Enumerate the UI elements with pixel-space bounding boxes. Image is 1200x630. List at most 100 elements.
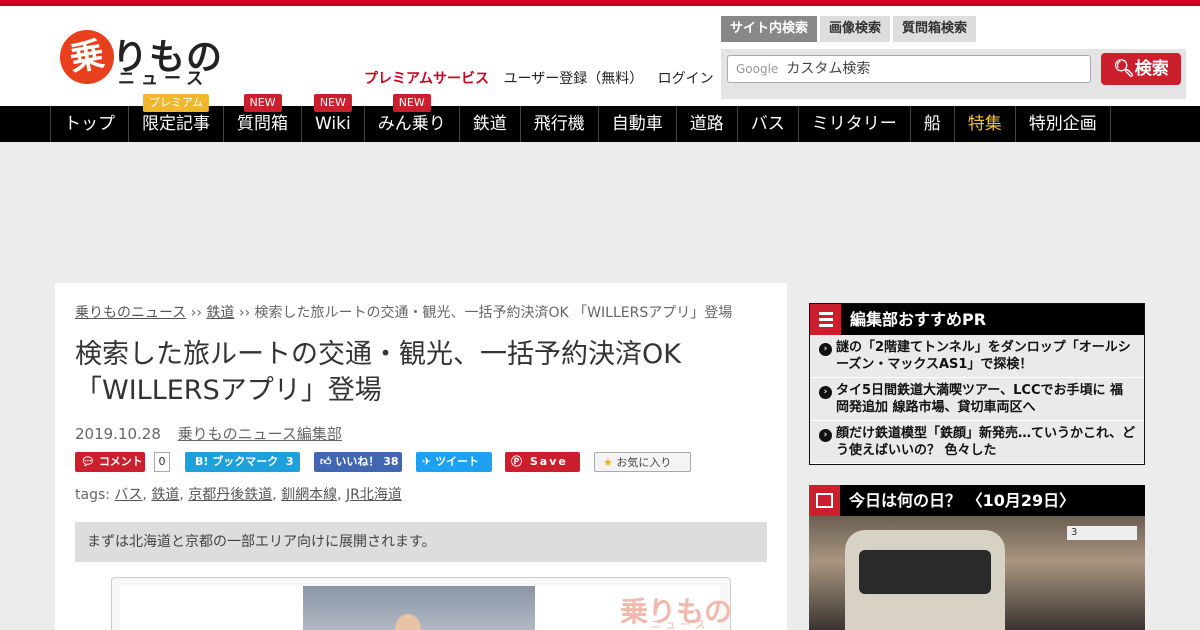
share-buttons: 💬︎ コメント 0 B! ブックマーク 3 👍︎ いいね！ 38 ✈︎ ツイート… xyxy=(75,452,715,474)
search-button-label: 検索 xyxy=(1134,59,1169,79)
site-header: 乗 りもの ニュース プレミアムサービス ユーザー登録（無料） ログイン サイト… xyxy=(0,6,1200,106)
search-placeholder: カスタム検索 xyxy=(786,61,871,77)
nav-item-premium[interactable]: プレミアム 限定記事 xyxy=(129,94,224,142)
today-title: 今日は何の日？ 〈10月29日〉 xyxy=(849,491,1076,510)
like-count: 38 xyxy=(383,455,399,468)
nav-item-military[interactable]: ミリタリー xyxy=(799,106,911,142)
nav-item-car[interactable]: 自動車 xyxy=(599,106,677,142)
nav-label: 道路 xyxy=(689,114,724,134)
nav-label: Wiki xyxy=(315,114,351,134)
nav-item-airplane[interactable]: 飛行機 xyxy=(521,106,599,142)
search-input[interactable]: Google カスタム検索 xyxy=(727,55,1091,83)
nav-label: バス xyxy=(750,114,785,134)
article-title: 検索した旅ルートの交通・観光、一括予約決済OK 「WILLERSアプリ」登場 xyxy=(75,337,755,409)
hatena-bookmark-button[interactable]: B! ブックマーク 3 xyxy=(185,452,300,472)
nav-item-features[interactable]: 特集 xyxy=(955,106,1016,142)
comment-count: 0 xyxy=(154,452,170,472)
search-area: Google カスタム検索 🔍︎検索 xyxy=(721,49,1186,99)
nav-label: 船 xyxy=(923,114,941,134)
train-window xyxy=(859,550,991,594)
star-icon: ★ xyxy=(603,456,613,469)
chevron-right-icon: › xyxy=(819,343,832,356)
nav-label: 飛行機 xyxy=(533,114,585,134)
nav-label: 鉄道 xyxy=(472,114,507,134)
recommend-item[interactable]: › 顔だけ鉄道模型「鉄顔」新発売…ていうかこれ、どう使えばいいの？ 色々した xyxy=(810,421,1144,464)
nav-label: みん乗り xyxy=(377,114,446,134)
facebook-like-button[interactable]: 👍︎ いいね！ 38 xyxy=(314,452,402,472)
main-nav: トップ プレミアム 限定記事 NEW 質問箱 NEW Wiki NEW みん乗り 鉄道 … xyxy=(0,94,1200,142)
nav-item-railway[interactable]: 鉄道 xyxy=(460,106,521,142)
new-badge: NEW xyxy=(392,94,431,112)
nav-item-road[interactable]: 道路 xyxy=(677,106,738,142)
register-link[interactable]: ユーザー登録（無料） xyxy=(503,71,643,87)
recommend-item-text: 謎の「2階建てトンネル」をダンロップ「オールシーズン・マックスAS1」で探検！ xyxy=(836,340,1131,372)
article-meta: 2019.10.28 乗りものニュース編集部 xyxy=(75,423,342,444)
today-widget: 今日は何の日？ 〈10月29日〉 3 xyxy=(809,485,1145,630)
recommend-item[interactable]: › タイ5日間鉄道大満喫ツアー、LCCでお手頃に 福岡発追加 線路市場、貸切車両… xyxy=(810,378,1144,421)
nav-label: 自動車 xyxy=(611,114,663,134)
breadcrumb-category[interactable]: 鉄道 xyxy=(206,305,234,321)
login-link[interactable]: ログイン xyxy=(658,71,714,87)
hatena-count: 3 xyxy=(285,455,294,468)
header-links: プレミアムサービス ユーザー登録（無料） ログイン xyxy=(364,68,724,88)
pinterest-save-button[interactable]: Ⓟ Save xyxy=(505,452,580,472)
site-logo[interactable]: 乗 りもの ニュース xyxy=(55,25,225,90)
nav-item-top[interactable]: トップ xyxy=(51,106,129,142)
like-label: いいね！ xyxy=(335,455,380,468)
pinterest-icon: Ⓟ xyxy=(511,455,524,468)
recommend-item[interactable]: › 謎の「2階建てトンネル」をダンロップ「オールシーズン・マックスAS1」で探検… xyxy=(810,335,1144,378)
tag-link[interactable]: 京都丹後鉄道 xyxy=(188,487,272,503)
breadcrumb-current: 検索した旅ルートの交通・観光、一括予約決済OK 「WILLERSアプリ」登場 xyxy=(254,305,733,321)
today-photo[interactable]: 3 xyxy=(809,516,1145,630)
nav-label: 特集 xyxy=(967,114,1002,134)
tag-list: tags: バス, 鉄道, 京都丹後鉄道, 釧網本線, JR北海道 xyxy=(75,487,402,503)
breadcrumb-home[interactable]: 乗りものニュース xyxy=(75,305,186,321)
tag-link[interactable]: 釧網本線 xyxy=(281,487,337,503)
breadcrumb-separator: ›› xyxy=(190,305,202,321)
nav-label: 質問箱 xyxy=(237,114,288,134)
list-icon xyxy=(810,304,841,335)
today-header: 今日は何の日？ 〈10月29日〉 xyxy=(809,485,1145,516)
nav-label: トップ xyxy=(64,114,115,134)
tag-link[interactable]: JR北海道 xyxy=(346,487,402,503)
nav-item-wiki[interactable]: NEW Wiki xyxy=(302,94,365,142)
favorite-button[interactable]: ★ お気に入り xyxy=(594,452,691,472)
article-main: 乗りものニュース ›› 鉄道 ›› 検索した旅ルートの交通・観光、一括予約決済O… xyxy=(55,283,787,630)
nav-item-bus[interactable]: バス xyxy=(738,106,799,142)
chevron-right-icon: › xyxy=(819,429,832,442)
recommend-item-text: タイ5日間鉄道大満喫ツアー、LCCでお手頃に 福岡発追加 線路市場、貸切車両区へ xyxy=(836,383,1124,415)
breadcrumb-separator: ›› xyxy=(238,305,251,321)
article-figure[interactable]: 乗りもの ニュース xyxy=(111,577,731,630)
nav-item-minnori[interactable]: NEW みん乗り xyxy=(365,94,460,142)
tab-question-search[interactable]: 質問箱検索 xyxy=(893,16,977,42)
tag-link[interactable]: バス xyxy=(114,487,142,503)
platform-sign: 3 xyxy=(1067,526,1137,540)
calendar-icon xyxy=(809,485,840,516)
tab-image-search[interactable]: 画像検索 xyxy=(820,16,891,42)
premium-badge: プレミアム xyxy=(142,94,210,112)
tweet-button[interactable]: ✈︎ ツイート xyxy=(416,452,492,472)
tags-label: tags: xyxy=(75,487,110,503)
watermark-sub: ニュース xyxy=(650,618,710,630)
nav-item-special-projects[interactable]: 特別企画 xyxy=(1016,106,1111,142)
save-label: Save xyxy=(529,455,568,468)
nav-item-questions[interactable]: NEW 質問箱 xyxy=(224,94,302,142)
nav-label: 特別企画 xyxy=(1028,114,1097,134)
thumbs-up-icon: 👍︎ xyxy=(320,455,332,468)
twitter-bird-icon: ✈︎ xyxy=(422,455,432,468)
google-label: Google xyxy=(736,62,779,76)
logo-mark: 乗 xyxy=(55,25,119,89)
search-button[interactable]: 🔍︎検索 xyxy=(1101,53,1181,85)
tag-link[interactable]: 鉄道 xyxy=(151,487,179,503)
logo-sub-text: ニュース xyxy=(118,69,210,89)
new-badge: NEW xyxy=(313,94,352,112)
tab-site-search[interactable]: サイト内検索 xyxy=(721,16,818,42)
hatena-label: B! ブックマーク xyxy=(195,455,279,468)
author-link[interactable]: 乗りものニュース編集部 xyxy=(178,425,342,443)
favorite-label: お気に入り xyxy=(616,456,672,469)
premium-service-link[interactable]: プレミアムサービス xyxy=(364,71,489,87)
nav-item-ship[interactable]: 船 xyxy=(911,106,955,142)
comment-button[interactable]: 💬︎ コメント xyxy=(75,452,145,472)
nav-label: ミリタリー xyxy=(811,114,897,134)
recommend-header: 編集部おすすめPR xyxy=(810,304,1144,335)
